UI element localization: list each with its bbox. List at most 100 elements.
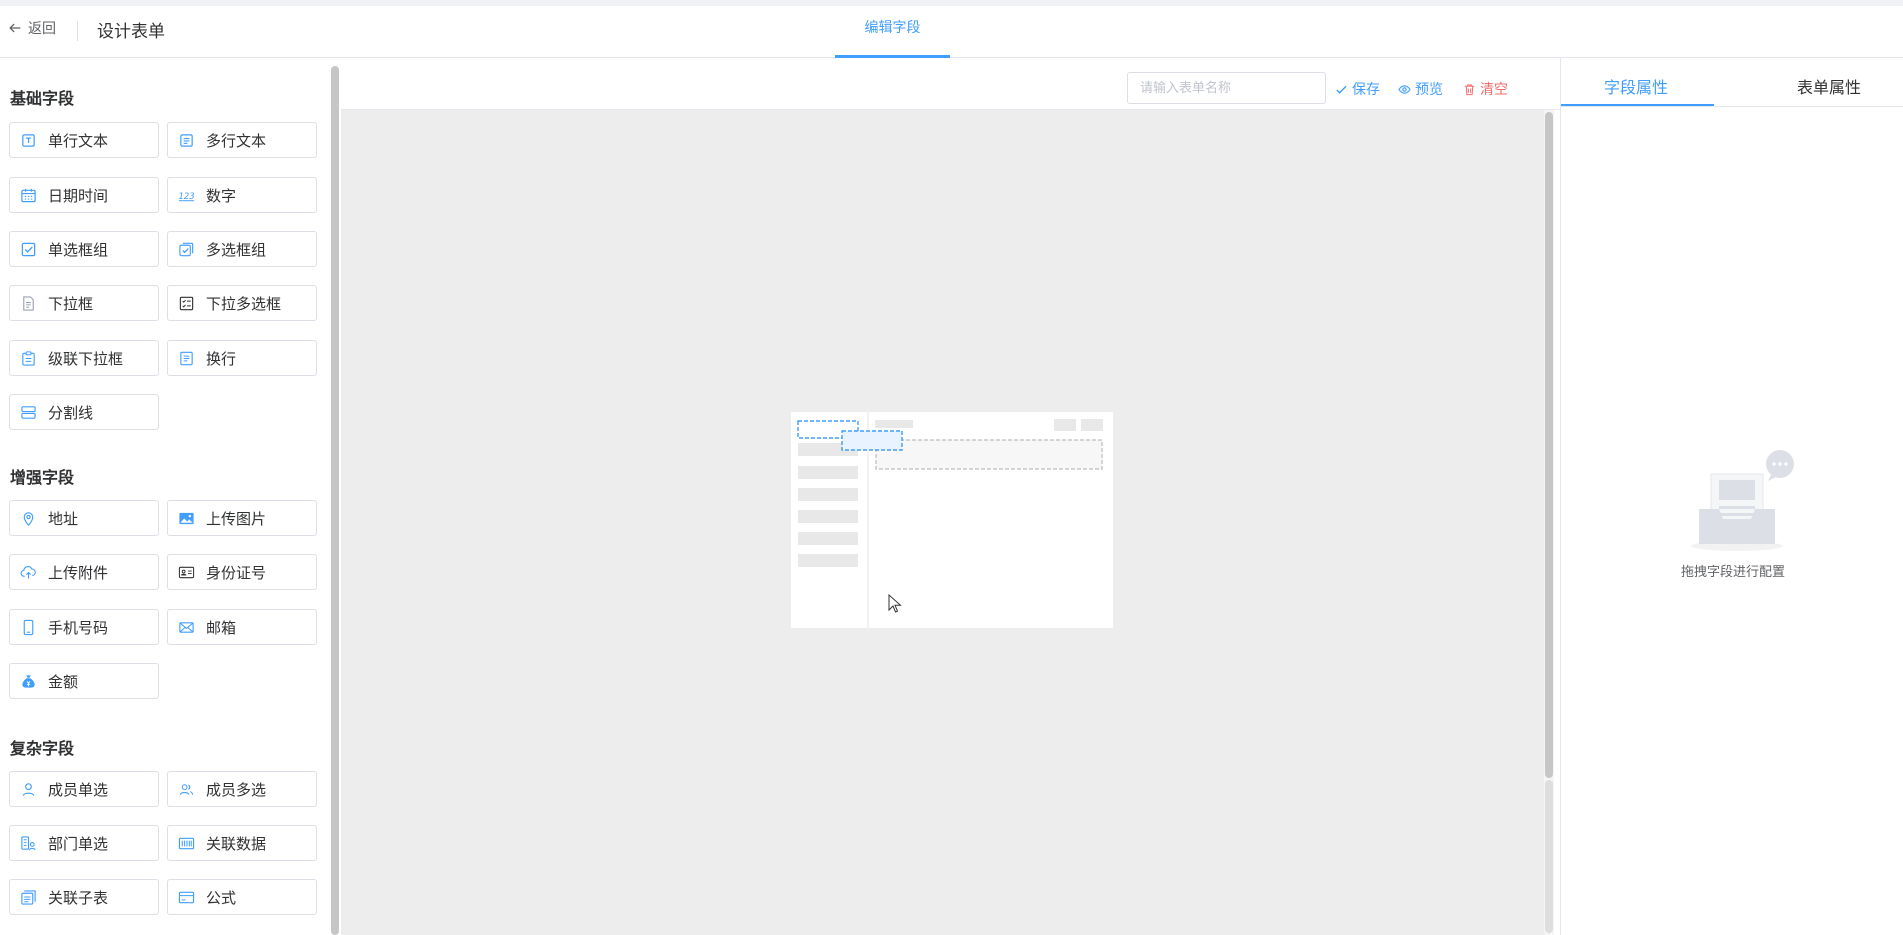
canvas-scrollbar-track-lower: [1545, 780, 1553, 933]
field-label: 关联数据: [206, 834, 267, 853]
field-label: 数字: [206, 186, 237, 205]
users-icon: [177, 780, 195, 798]
field-multi-line-text[interactable]: 多行文本: [167, 122, 317, 158]
tab-form-properties[interactable]: 表单属性: [1797, 74, 1861, 98]
field-label: 级联下拉框: [48, 349, 124, 368]
cloud-upload-icon: [19, 563, 37, 581]
field-cascade-dropdown[interactable]: 级联下拉框: [9, 340, 159, 376]
field-label: 成员单选: [48, 780, 109, 799]
arrow-left-icon: [9, 23, 21, 33]
field-member-single[interactable]: 成员单选: [9, 771, 159, 807]
field-divider[interactable]: 分割线: [9, 394, 159, 430]
active-tab-indicator: [1561, 104, 1714, 106]
drag-fields-illustration: [791, 412, 1113, 628]
check-icon: [1336, 85, 1347, 94]
field-label: 上传图片: [206, 509, 267, 528]
palette-scrollbar-thumb[interactable]: [331, 66, 339, 935]
field-label: 地址: [48, 509, 79, 528]
tabs-bottom-border: [1561, 106, 1903, 107]
field-related-data[interactable]: 关联数据: [167, 825, 317, 861]
checkbox-group-icon: [177, 240, 195, 258]
top-header: 返回 设计表单 编辑字段: [0, 0, 1903, 58]
dropdown-multi-icon: [177, 294, 195, 312]
single-line-text-icon: [19, 131, 37, 149]
tab-edit-fields[interactable]: 编辑字段: [835, 6, 950, 58]
palette-scrollbar[interactable]: [331, 66, 340, 935]
field-label: 下拉多选框: [206, 294, 282, 313]
field-member-multi[interactable]: 成员多选: [167, 771, 317, 807]
field-id-number[interactable]: 身份证号: [167, 554, 317, 590]
line-break-icon: [177, 349, 195, 367]
phone-icon: [19, 618, 37, 636]
mail-icon: [177, 618, 195, 636]
field-department-single[interactable]: 部门单选: [9, 825, 159, 861]
department-icon: [19, 834, 37, 852]
field-label: 成员多选: [206, 780, 267, 799]
field-date-time[interactable]: 日期时间: [9, 177, 159, 213]
field-upload-image[interactable]: 上传图片: [167, 500, 317, 536]
clear-button[interactable]: 清空: [1463, 79, 1508, 99]
back-button[interactable]: 返回: [8, 18, 56, 38]
field-label: 单选框组: [48, 240, 109, 259]
preview-button[interactable]: 预览: [1398, 79, 1443, 99]
money-bag-icon: [19, 672, 37, 690]
field-label: 邮箱: [206, 618, 237, 637]
field-line-break[interactable]: 换行: [167, 340, 317, 376]
group-title-complex: 复杂字段: [10, 739, 75, 758]
save-button[interactable]: 保存: [1335, 79, 1380, 99]
page-title: 设计表单: [97, 22, 165, 42]
field-label: 手机号码: [48, 618, 109, 637]
field-label: 单行文本: [48, 131, 109, 150]
multi-line-text-icon: [177, 131, 195, 149]
back-label: 返回: [28, 21, 56, 37]
formula-card-icon: [177, 888, 195, 906]
field-label: 上传附件: [48, 563, 109, 582]
preview-label: 预览: [1415, 82, 1443, 98]
field-label: 多行文本: [206, 131, 267, 150]
field-single-line-text[interactable]: 单行文本: [9, 122, 159, 158]
save-label: 保存: [1352, 82, 1380, 98]
dropdown-doc-icon: [19, 294, 37, 312]
empty-inbox-icon: [1691, 450, 1794, 551]
eye-icon: [1398, 84, 1411, 94]
field-label: 日期时间: [48, 186, 109, 205]
field-label: 换行: [206, 349, 237, 368]
field-mobile[interactable]: 手机号码: [9, 609, 159, 645]
image-icon: [177, 509, 195, 527]
field-dropdown-multi[interactable]: 下拉多选框: [167, 285, 317, 321]
field-number[interactable]: 123 数字: [167, 177, 317, 213]
field-address[interactable]: 地址: [9, 500, 159, 536]
field-radio-group[interactable]: 单选框组: [9, 231, 159, 267]
clear-label: 清空: [1480, 82, 1508, 98]
id-card-icon: [177, 563, 195, 581]
field-label: 分割线: [48, 403, 94, 422]
form-name-input[interactable]: [1127, 72, 1326, 104]
field-label: 金额: [48, 672, 79, 691]
radio-check-icon: [19, 240, 37, 258]
field-amount[interactable]: 金额: [9, 663, 159, 699]
group-title-enhanced: 增强字段: [10, 468, 75, 487]
divider-icon: [19, 403, 37, 421]
sub-table-icon: [19, 888, 37, 906]
calendar-icon: [19, 186, 37, 204]
group-title-basic: 基础字段: [10, 89, 75, 108]
field-checkbox-group[interactable]: 多选框组: [167, 231, 317, 267]
user-icon: [19, 780, 37, 798]
field-label: 关联子表: [48, 888, 109, 907]
cascade-clipboard-icon: [19, 349, 37, 367]
field-upload-attachment[interactable]: 上传附件: [9, 554, 159, 590]
location-pin-icon: [19, 509, 37, 527]
number-123-icon: 123: [177, 186, 195, 204]
field-label: 身份证号: [206, 563, 267, 582]
empty-hint-text: 拖拽字段进行配置: [1680, 565, 1785, 580]
trash-icon: [1464, 83, 1475, 95]
field-formula[interactable]: 公式: [167, 879, 317, 915]
mouse-pointer-icon: [888, 594, 902, 613]
field-email[interactable]: 邮箱: [167, 609, 317, 645]
field-dropdown[interactable]: 下拉框: [9, 285, 159, 321]
field-related-subtable[interactable]: 关联子表: [9, 879, 159, 915]
tab-field-properties[interactable]: 字段属性: [1604, 74, 1668, 98]
canvas-scrollbar-thumb[interactable]: [1545, 112, 1553, 778]
canvas-scrollbar[interactable]: [1544, 110, 1554, 935]
header-divider: [77, 21, 78, 41]
